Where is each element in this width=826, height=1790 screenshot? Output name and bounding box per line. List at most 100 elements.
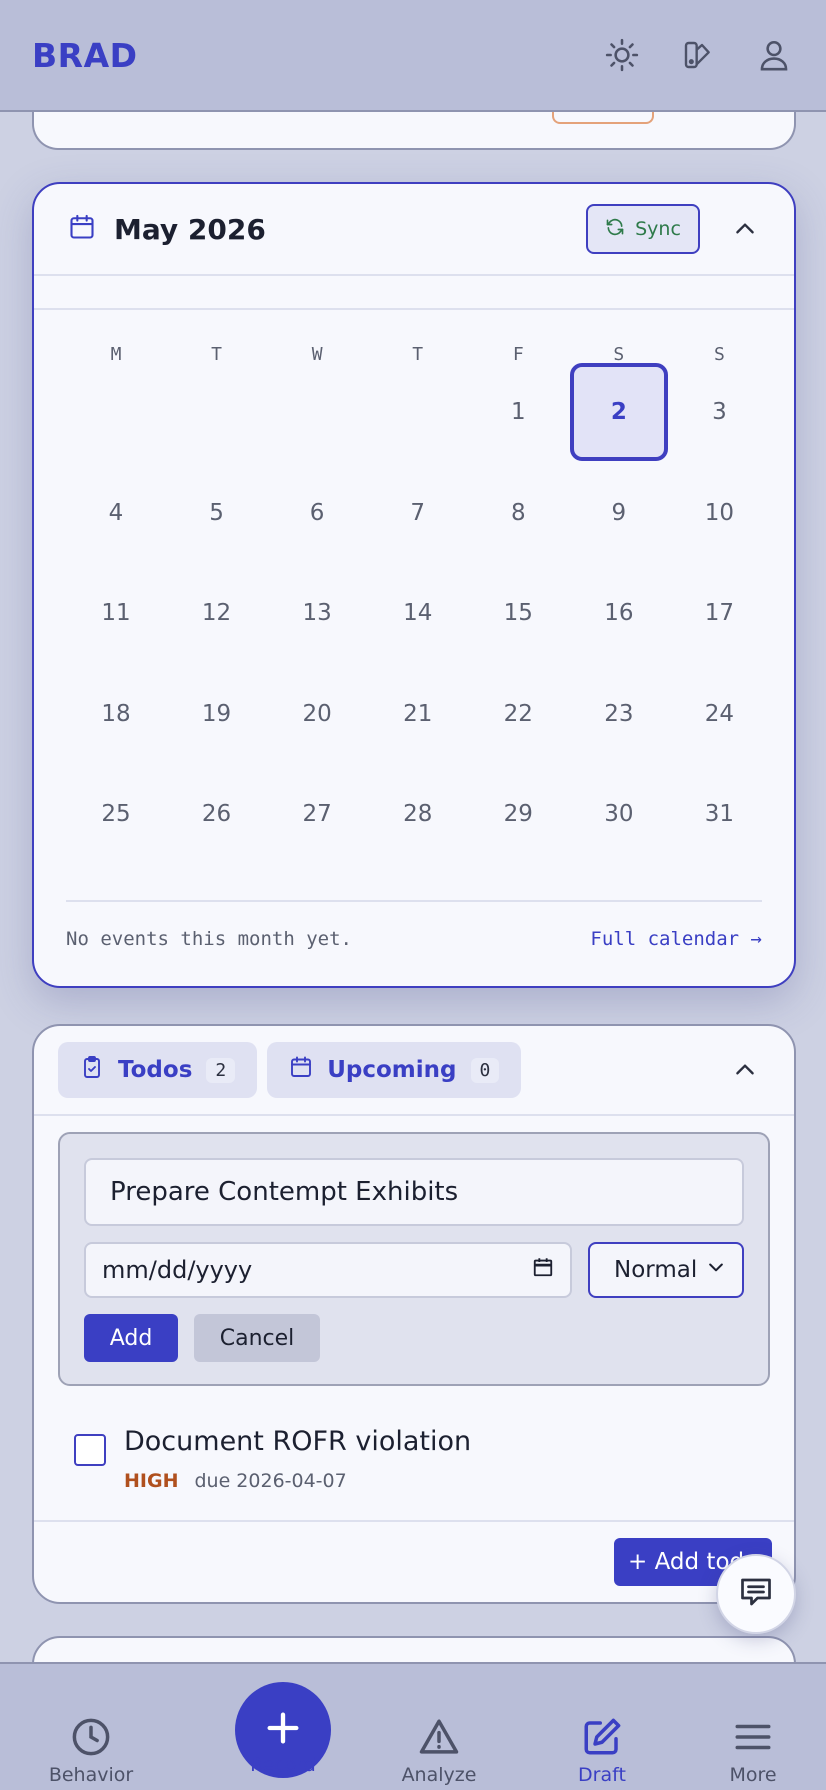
warning-triangle-icon: [369, 1692, 509, 1758]
full-calendar-link[interactable]: Full calendar →: [590, 928, 762, 950]
tab-todos[interactable]: Todos 2: [58, 1042, 258, 1098]
calendar-day[interactable]: 12: [167, 563, 267, 663]
nav-behavior[interactable]: Behavior: [21, 1664, 161, 1786]
calendar-day[interactable]: 17: [669, 563, 769, 663]
todo-checkbox[interactable]: [74, 1434, 106, 1466]
chat-icon: [738, 1574, 774, 1614]
sync-label: Sync: [635, 218, 681, 240]
date-picker-icon[interactable]: [532, 1256, 554, 1284]
nav-analyze-label: Analyze: [401, 1764, 477, 1786]
calendar-day[interactable]: 9: [569, 463, 669, 563]
calendar-subheader: [34, 276, 794, 310]
sun-icon[interactable]: [602, 35, 642, 75]
calendar-day-today[interactable]: 2: [569, 363, 668, 461]
tab-todos-count: 2: [206, 1057, 236, 1083]
calendar-icon: [289, 1055, 313, 1085]
todos-card: Todos 2 Upcoming 0 Prepare Contempt Exhi…: [32, 1024, 796, 1604]
calendar-day[interactable]: 1: [468, 362, 568, 462]
calendar-month-title: May 2026: [114, 212, 266, 246]
feedback-chat-button[interactable]: [716, 1554, 796, 1634]
calendar-day[interactable]: 22: [468, 664, 568, 764]
calendar-day[interactable]: 10: [669, 463, 769, 563]
calendar-day[interactable]: 31: [669, 764, 769, 864]
calendar-day[interactable]: 14: [368, 563, 468, 663]
date-placeholder: mm/dd/yyyy: [102, 1256, 253, 1284]
calendar-header: May 2026 Sync: [34, 184, 794, 276]
due-date: due 2026-04-07: [194, 1470, 347, 1492]
tab-todos-label: Todos: [118, 1057, 193, 1083]
theme-palette-icon[interactable]: [678, 35, 718, 75]
calendar-day[interactable]: 23: [569, 664, 669, 764]
calendar-day[interactable]: 29: [468, 764, 568, 864]
menu-icon: [683, 1692, 823, 1758]
calendar-day[interactable]: 16: [569, 563, 669, 663]
app-page: BRAD May 2026 Sync M T W T F S S 1 2 3 4…: [0, 0, 826, 1790]
calendar-footer-divider: [66, 900, 762, 902]
calendar-day[interactable]: 15: [468, 563, 568, 663]
clipboard-check-icon: [80, 1055, 104, 1085]
add-button[interactable]: Add: [84, 1314, 178, 1362]
weekday-header: T: [211, 344, 222, 365]
calendar-day[interactable]: 3: [669, 362, 769, 462]
todo-meta: HIGH due 2026-04-07: [124, 1470, 347, 1492]
calendar-day[interactable]: 18: [66, 664, 166, 764]
todo-item: Document ROFR violation HIGH due 2026-04…: [74, 1426, 754, 1496]
plus-icon: [263, 1708, 303, 1752]
bottom-nav: Behavior Record Analyze Draft More: [0, 1662, 826, 1790]
calendar-grid: M T W T F S S 1 2 3 4 5 6 7 8 9 10 11 12 13 14 15 16 17 18 19 20 21…: [66, 310, 762, 850]
calendar-day[interactable]: 4: [66, 463, 166, 563]
top-header: BRAD: [0, 0, 826, 112]
collapse-calendar-chevron-up-icon[interactable]: [730, 214, 760, 244]
calendar-day[interactable]: 28: [368, 764, 468, 864]
weekday-header: S: [613, 344, 625, 365]
user-icon[interactable]: [754, 35, 794, 75]
calendar-day[interactable]: 30: [569, 764, 669, 864]
calendar-icon: [68, 213, 96, 245]
calendar-day[interactable]: 13: [267, 563, 367, 663]
nav-more-label: More: [729, 1764, 777, 1786]
header-actions: [602, 35, 794, 75]
clock-icon: [21, 1692, 161, 1758]
nav-more[interactable]: More: [683, 1664, 823, 1786]
calendar-day[interactable]: 24: [669, 664, 769, 764]
calendar-day[interactable]: 6: [267, 463, 367, 563]
calendar-day[interactable]: 7: [368, 463, 468, 563]
priority-value: Normal: [614, 1257, 698, 1283]
tab-upcoming-label: Upcoming: [327, 1057, 457, 1083]
sync-button[interactable]: Sync: [586, 204, 700, 254]
todo-due-date-input[interactable]: mm/dd/yyyy: [84, 1242, 572, 1298]
calendar-day[interactable]: 5: [167, 463, 267, 563]
calendar-day[interactable]: 8: [468, 463, 568, 563]
nav-draft[interactable]: Draft: [532, 1664, 672, 1786]
calendar-card: May 2026 Sync MTWTFSS1234567 8 9 10 11 1…: [32, 182, 796, 988]
priority-badge: HIGH: [124, 1470, 179, 1492]
weekday-header: M: [110, 344, 122, 365]
nav-record-label[interactable]: Record: [213, 1754, 353, 1776]
weekday-header: T: [412, 344, 424, 365]
nav-analyze[interactable]: Analyze: [369, 1664, 509, 1786]
priority-select[interactable]: Normal: [588, 1242, 744, 1298]
brand-logo[interactable]: BRAD: [32, 36, 138, 75]
nav-behavior-label: Behavior: [48, 1764, 134, 1786]
calendar-day[interactable]: 21: [368, 664, 468, 764]
chevron-down-icon: [706, 1257, 726, 1283]
todo-title: Document ROFR violation: [124, 1426, 472, 1457]
calendar-day[interactable]: 11: [66, 563, 166, 663]
collapse-todos-chevron-up-icon[interactable]: [730, 1055, 760, 1085]
cancel-button[interactable]: Cancel: [194, 1314, 320, 1362]
calendar-day[interactable]: 27: [267, 764, 367, 864]
no-events-text: No events this month yet.: [66, 928, 352, 950]
todo-title-input[interactable]: Prepare Contempt Exhibits: [84, 1158, 744, 1226]
calendar-day[interactable]: 26: [167, 764, 267, 864]
edit-icon: [532, 1692, 672, 1758]
tab-upcoming-count: 0: [470, 1057, 500, 1083]
todos-tabs: Todos 2 Upcoming 0: [34, 1026, 794, 1116]
calendar-day[interactable]: 25: [66, 764, 166, 864]
todos-footer-divider: [34, 1520, 794, 1522]
nav-draft-label: Draft: [578, 1764, 626, 1786]
calendar-day[interactable]: 19: [167, 664, 267, 764]
weekday-header: W: [311, 344, 323, 365]
calendar-day[interactable]: 20: [267, 664, 367, 764]
tab-upcoming[interactable]: Upcoming 0: [267, 1042, 522, 1098]
new-todo-form: Prepare Contempt Exhibits mm/dd/yyyy Nor…: [58, 1132, 770, 1386]
